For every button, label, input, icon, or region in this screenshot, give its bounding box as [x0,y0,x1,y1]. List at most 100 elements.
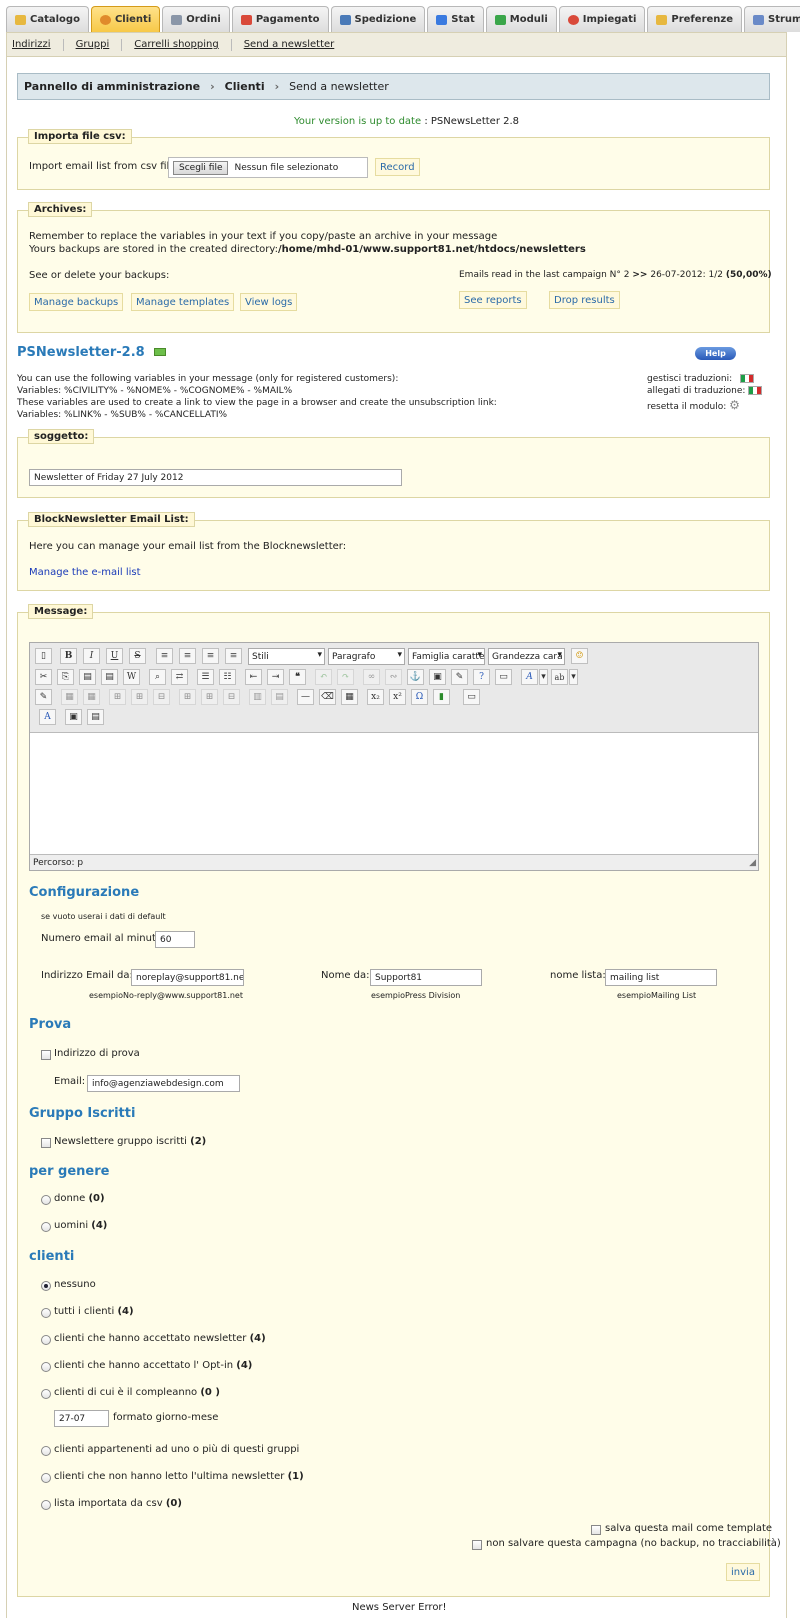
gear-icon[interactable]: ⚙ [729,398,740,412]
help-button[interactable]: Help [695,347,736,360]
tab-spedizione[interactable]: Spedizione [330,6,426,32]
client-option-radio[interactable] [41,1281,51,1291]
cleanup-icon[interactable]: ✎ [451,669,468,685]
file-input[interactable]: Scegli file Nessun file selezionato [168,157,368,178]
test-address-checkbox[interactable] [41,1050,51,1060]
delete-row-icon[interactable]: ⊟ [153,689,170,705]
template-icon[interactable]: ▤ [87,709,104,725]
align-right-icon[interactable]: ≡ [202,648,219,664]
tab-stat[interactable]: Stat [427,6,484,32]
manage-backups-button[interactable]: Manage backups [29,293,124,311]
delete-col-icon[interactable]: ⊟ [223,689,240,705]
client-option-radio[interactable] [41,1389,51,1399]
new-document-icon[interactable]: ▯ [35,648,52,664]
indent-icon[interactable]: ⇥ [267,669,284,685]
visual-aid-icon[interactable]: ▦ [341,689,358,705]
subnav-send-newsletter[interactable]: Send a newsletter [244,39,335,50]
subnav-indirizzi[interactable]: Indirizzi [12,39,51,50]
subscript-icon[interactable]: x₂ [367,689,384,705]
subnav-carrelli[interactable]: Carrelli shopping [134,39,218,50]
choose-file-button[interactable]: Scegli file [173,160,229,175]
tab-clienti[interactable]: Clienti [90,6,161,32]
search-icon[interactable]: ⌕ [149,669,166,685]
emoticon-icon[interactable]: ☺ [571,648,588,664]
breadcrumb-root[interactable]: Pannello di amministrazione [24,80,200,93]
font-family-select[interactable]: Famiglia caratte [408,648,485,665]
align-center-icon[interactable]: ≡ [179,648,196,664]
no-save-checkbox[interactable] [472,1540,482,1550]
bold-icon[interactable]: B [60,648,77,664]
italian-flag-icon[interactable] [739,374,754,383]
save-template-checkbox[interactable] [591,1525,601,1535]
align-justify-icon[interactable]: ≡ [225,648,242,664]
client-option-radio[interactable] [41,1335,51,1345]
subscribers-group-checkbox[interactable] [41,1138,51,1148]
row-after-icon[interactable]: ⊞ [131,689,148,705]
subject-input[interactable]: Newsletter of Friday 27 July 2012 [29,469,402,486]
blockquote-icon[interactable]: ❝ [289,669,306,685]
help-icon[interactable]: ? [473,669,490,685]
test-email-input[interactable]: info@agenziawebdesign.com [87,1075,240,1092]
replace-icon[interactable]: ⇄ [171,669,188,685]
remove-format-icon[interactable]: ⌫ [319,689,336,705]
superscript-icon[interactable]: x² [389,689,406,705]
table-cell-props-icon[interactable]: ▦ [83,689,100,705]
see-reports-button[interactable]: See reports [459,291,527,309]
insert-date-icon[interactable]: ✎ [35,689,52,705]
cut-icon[interactable]: ✂ [35,669,52,685]
insert-layer-icon[interactable]: ▣ [65,709,82,725]
image-icon[interactable]: ▣ [429,669,446,685]
client-option-radio[interactable] [41,1308,51,1318]
table-row-props-icon[interactable]: ▦ [61,689,78,705]
tab-strumenti[interactable]: Strumenti [744,6,800,32]
tab-pagamento[interactable]: Pagamento [231,6,329,32]
client-option-radio[interactable] [41,1446,51,1456]
redo-icon[interactable]: ↷ [337,669,354,685]
outdent-icon[interactable]: ⇤ [245,669,262,685]
media-icon[interactable]: ▮ [433,689,450,705]
men-radio[interactable] [41,1222,51,1232]
breadcrumb-section[interactable]: Clienti [225,80,265,93]
col-after-icon[interactable]: ⊞ [201,689,218,705]
italic-icon[interactable]: I [83,648,100,664]
numbered-list-icon[interactable]: ☷ [219,669,236,685]
fullscreen-icon[interactable]: ▭ [463,689,480,705]
unlink-icon[interactable]: ∾ [385,669,402,685]
strikethrough-icon[interactable]: S [129,648,146,664]
bullet-list-icon[interactable]: ☰ [197,669,214,685]
resize-handle-icon[interactable]: ◢ [749,858,756,868]
align-left-icon[interactable]: ≡ [156,648,173,664]
anchor-icon[interactable]: ⚓ [407,669,424,685]
tab-ordini[interactable]: Ordini [162,6,230,32]
paste-text-icon[interactable]: ▤ [101,669,118,685]
birthday-input[interactable]: 27-07 [54,1410,109,1427]
drop-results-button[interactable]: Drop results [549,291,620,309]
tab-catalogo[interactable]: Catalogo [6,6,89,32]
format-select[interactable]: Paragrafo [328,648,405,665]
special-char-icon[interactable]: Ω [411,689,428,705]
send-button[interactable]: invia [726,1563,760,1581]
merge-cells-icon[interactable]: ▤ [271,689,288,705]
text-color-icon[interactable]: A [521,669,538,685]
manage-templates-button[interactable]: Manage templates [131,293,235,311]
per-minute-input[interactable]: 60 [155,931,195,948]
horizontal-rule-icon[interactable]: — [297,689,314,705]
paste-icon[interactable]: ▤ [79,669,96,685]
chevron-down-icon[interactable]: ▾ [569,669,578,685]
from-email-input[interactable]: noreplay@support81.ne [131,969,244,986]
women-radio[interactable] [41,1195,51,1205]
manage-email-list-link[interactable]: Manage the e-mail list [29,567,141,578]
tab-preferenze[interactable]: Preferenze [647,6,743,32]
background-color-icon[interactable]: ab [551,669,568,685]
list-name-input[interactable]: mailing list [605,969,717,986]
client-option-radio[interactable] [41,1473,51,1483]
client-option-radio[interactable] [41,1362,51,1372]
paste-word-icon[interactable]: W [123,669,140,685]
view-logs-button[interactable]: View logs [240,293,298,311]
client-option-radio[interactable] [41,1500,51,1510]
copy-icon[interactable]: ⎘ [57,669,74,685]
split-cells-icon[interactable]: ▥ [249,689,266,705]
col-before-icon[interactable]: ⊞ [179,689,196,705]
record-button[interactable]: Record [375,158,420,176]
chevron-down-icon[interactable]: ▾ [539,669,548,685]
